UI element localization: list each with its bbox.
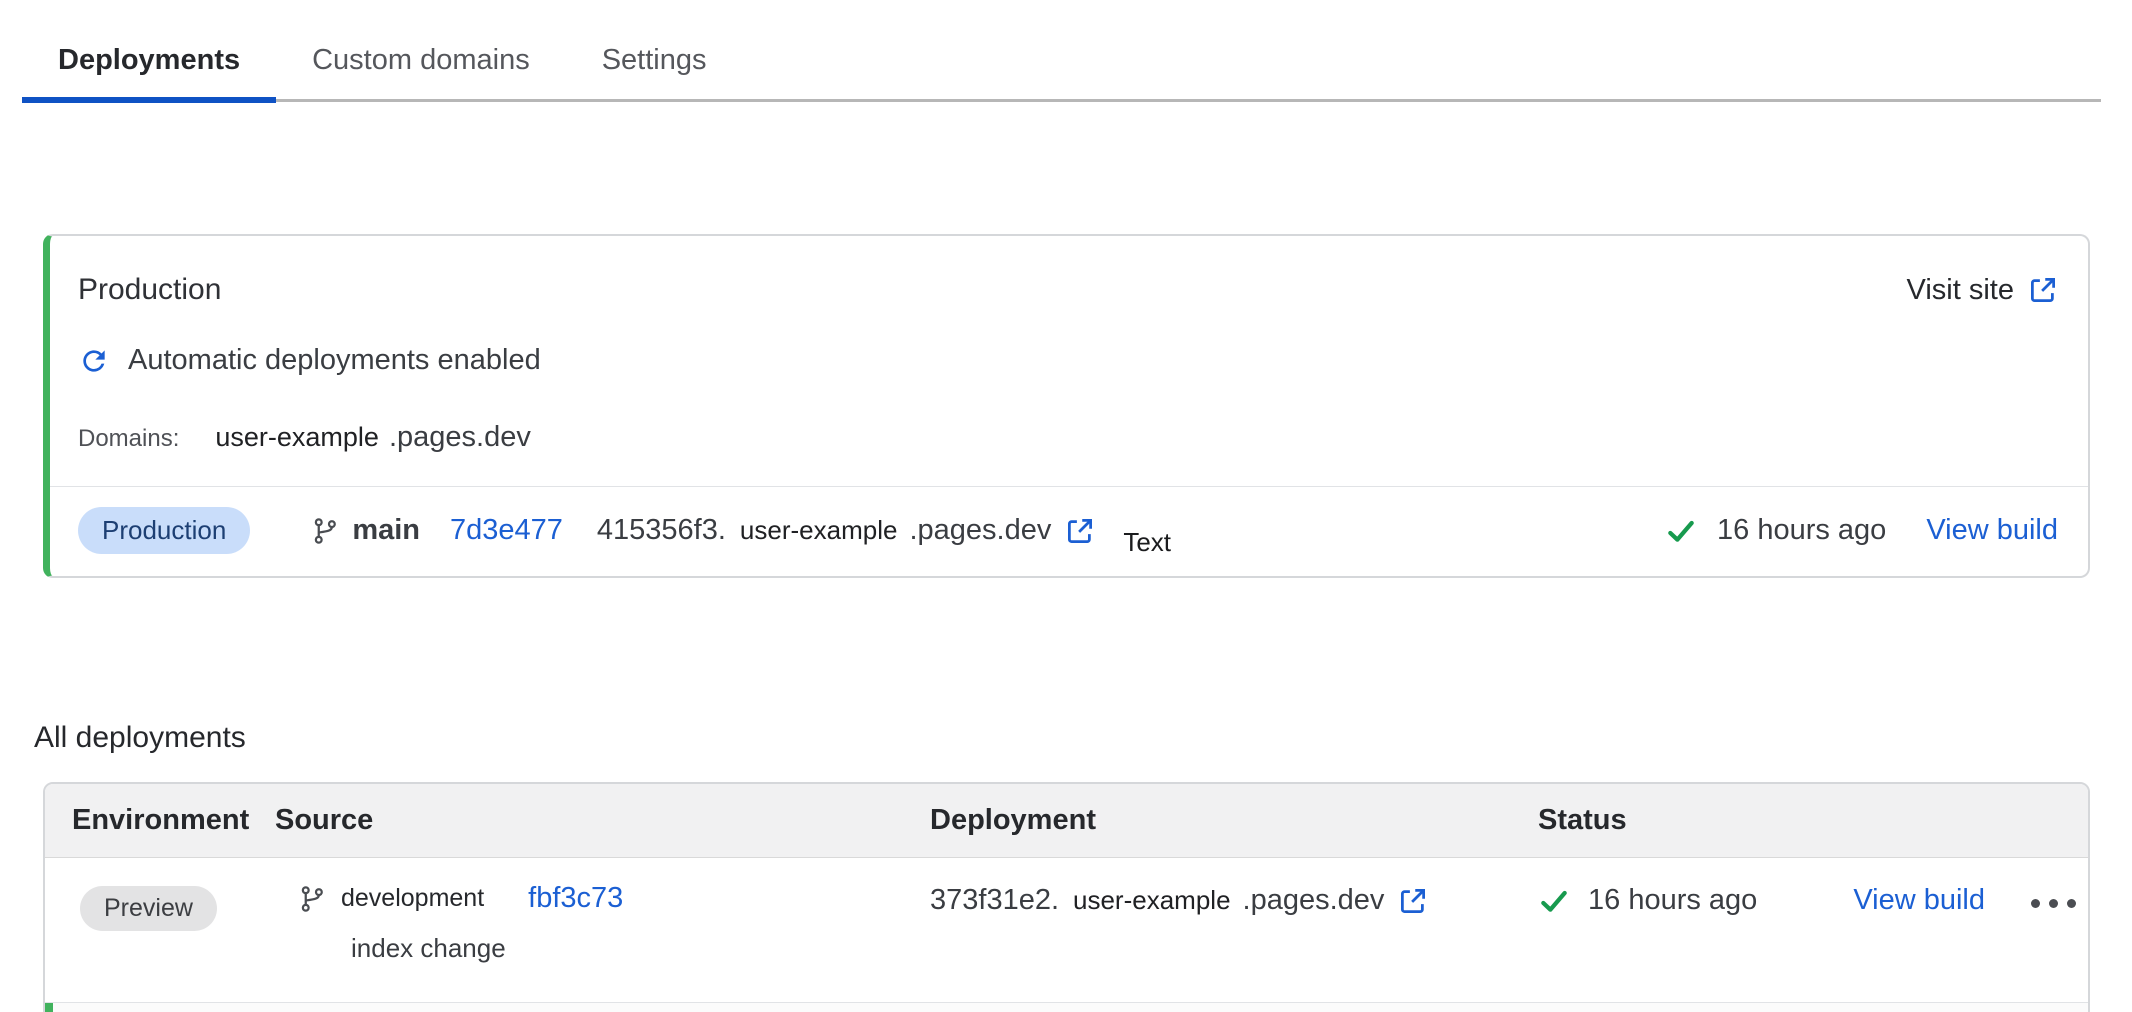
column-header-status: Status: [1538, 804, 2088, 837]
branch-name: main: [352, 514, 420, 547]
refresh-icon: [78, 345, 110, 377]
external-link-icon[interactable]: [1065, 516, 1095, 546]
row-actions-menu-icon[interactable]: [2031, 893, 2076, 908]
annotation-text: Text: [1123, 527, 1171, 558]
deployment-domain-suffix: .pages.dev: [909, 514, 1051, 547]
domain-name: user-example: [215, 422, 379, 453]
auto-deploy-status-text: Automatic deployments enabled: [128, 344, 541, 377]
deployment-time: 16 hours ago: [1588, 884, 1757, 917]
deployments-table: Environment Source Deployment Status Pre…: [43, 782, 2090, 1012]
tab-custom-domains[interactable]: Custom domains: [276, 22, 566, 99]
commit-link[interactable]: 7d3e477: [450, 514, 563, 547]
commit-message: index change: [351, 933, 930, 964]
column-header-deployment: Deployment: [930, 804, 1538, 837]
deployment-id: 373f31e2.: [930, 884, 1059, 917]
production-card-title: Production: [78, 270, 221, 310]
deployment-domain-name: user-example: [1073, 885, 1231, 916]
deployment-id: 415356f3.: [597, 514, 726, 547]
deployment-time: 16 hours ago: [1717, 514, 1886, 547]
domains-label: Domains:: [78, 425, 179, 453]
production-deployment-row: Production main 7d3e477 415356f3. user-e…: [50, 486, 2088, 576]
commit-link[interactable]: fbf3c73: [528, 882, 623, 915]
external-link-icon[interactable]: [1398, 886, 1428, 916]
tab-settings[interactable]: Settings: [566, 22, 743, 99]
all-deployments-title: All deployments: [34, 718, 2132, 758]
visit-site-label: Visit site: [1907, 274, 2014, 307]
success-check-icon: [1538, 885, 1570, 917]
column-header-environment: Environment: [72, 804, 275, 837]
domain-suffix: .pages.dev: [389, 421, 531, 454]
deployment-domain-name: user-example: [740, 515, 898, 546]
table-header-row: Environment Source Deployment Status: [45, 784, 2088, 858]
view-build-link[interactable]: View build: [1853, 884, 1985, 917]
production-row-accent: [45, 1003, 53, 1012]
environment-badge: Preview: [80, 886, 217, 931]
view-build-link[interactable]: View build: [1926, 514, 2058, 547]
table-row: Preview development fbf3c73 index change: [45, 858, 2088, 1003]
production-card: Production Visit site Automatic deployme…: [43, 234, 2090, 578]
tab-deployments[interactable]: Deployments: [22, 22, 276, 99]
git-branch-icon: [297, 884, 327, 914]
visit-site-link[interactable]: Visit site: [1907, 274, 2058, 307]
column-header-source: Source: [275, 804, 930, 837]
next-table-row-partial: [45, 1003, 2088, 1012]
branch-name: development: [341, 884, 484, 913]
external-link-icon: [2028, 275, 2058, 305]
environment-badge: Production: [78, 507, 250, 554]
git-branch-icon: [310, 516, 340, 546]
deployment-domain-suffix: .pages.dev: [1243, 884, 1385, 917]
tab-bar: Deployments Custom domains Settings: [22, 22, 2101, 102]
success-check-icon: [1665, 515, 1697, 547]
